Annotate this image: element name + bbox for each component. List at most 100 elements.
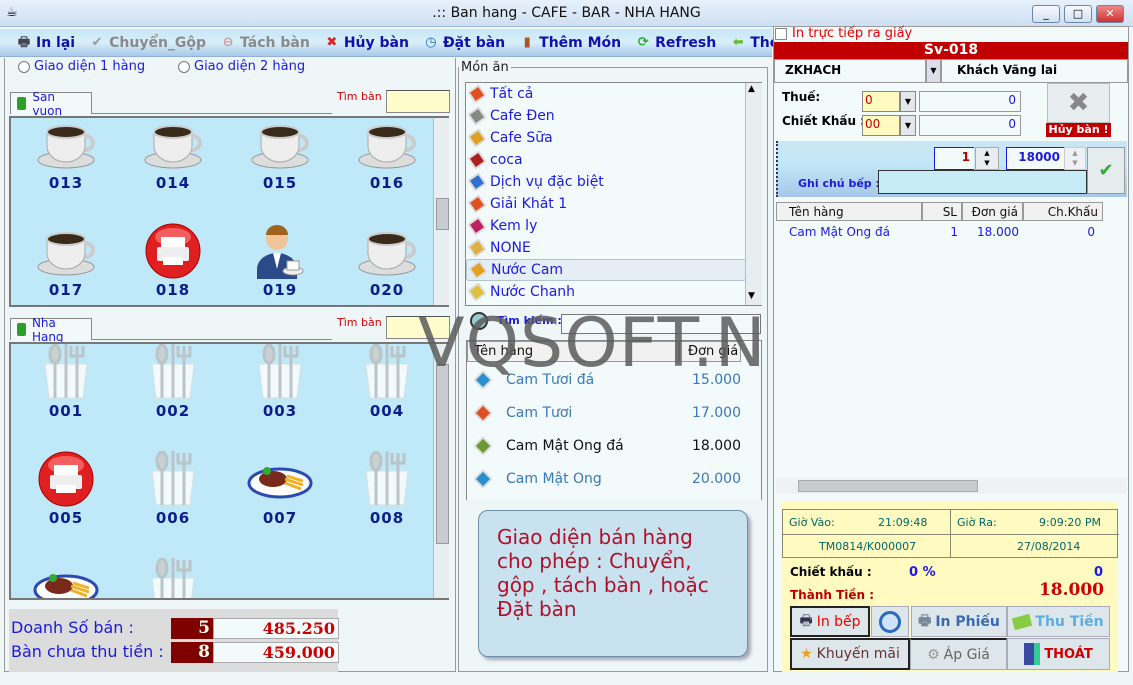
toolbar-in-l-i-button[interactable]: 🖶 In lại: [16, 35, 75, 51]
product-row[interactable]: Cam Tươi đá 15.000: [470, 365, 750, 395]
chevron-down-icon[interactable]: ▼: [900, 91, 916, 112]
category-item[interactable]: Kem ly: [466, 215, 746, 237]
table-015[interactable]: 015: [240, 118, 320, 192]
category-item[interactable]: Nước Cam: [466, 259, 746, 281]
price-stepper[interactable]: ▲ ▼: [1064, 147, 1086, 170]
print-receipt-button[interactable]: 🖶 In Phiếu: [911, 606, 1007, 637]
scroll-thumb[interactable]: [436, 364, 449, 544]
product-row[interactable]: Cam Mật Ong 20.000: [470, 464, 750, 494]
chevron-down-icon[interactable]: ▼: [900, 115, 916, 136]
exit-button[interactable]: THOÁT: [1007, 638, 1110, 670]
scroll-up-arrow[interactable]: ▲: [748, 84, 755, 94]
pay-button[interactable]: Thu Tiền: [1007, 606, 1110, 637]
print-direct-checkbox[interactable]: [775, 28, 787, 40]
order-item-discount[interactable]: 0: [1023, 225, 1103, 239]
category-item[interactable]: Nước Chanh: [466, 281, 746, 303]
table-003[interactable]: 003: [240, 344, 320, 420]
print-kitchen-button[interactable]: 🖶 In bếp: [790, 606, 870, 637]
maximize-button[interactable]: □: [1064, 5, 1092, 23]
promotion-button[interactable]: ★ Khuyến mãi: [790, 638, 910, 670]
category-item[interactable]: Tất cả: [466, 83, 746, 105]
table-020[interactable]: 020: [347, 223, 427, 299]
table-013[interactable]: 013: [26, 118, 106, 192]
table-017[interactable]: 017: [26, 223, 106, 299]
toolbar-chuy-n-g-p-button[interactable]: ✔ Chuyển_Gộp: [89, 35, 206, 51]
tab-area-2[interactable]: Nha Hang: [10, 316, 92, 344]
product-row[interactable]: Cam Tươi 17.000: [470, 398, 750, 428]
confirm-item-button[interactable]: ✔: [1087, 147, 1125, 194]
order-col-header[interactable]: SL: [922, 202, 962, 221]
order-item-qty[interactable]: 1: [922, 225, 962, 239]
order-col-header[interactable]: Tên hàng: [776, 202, 922, 221]
product-col-price[interactable]: Đơn giá: [679, 341, 741, 362]
discount-select[interactable]: 00: [862, 115, 900, 136]
table-008[interactable]: 008: [347, 451, 427, 527]
grid-scrollbar[interactable]: [433, 118, 449, 305]
category-item[interactable]: NONE: [466, 237, 746, 259]
minimize-button[interactable]: _: [1032, 5, 1060, 23]
price-input[interactable]: 18000: [1006, 147, 1064, 170]
toolbar--t-b-n-button[interactable]: ◷ Đặt bàn: [423, 35, 505, 51]
table-item[interactable]: [133, 558, 213, 598]
coffee-icon: [347, 118, 427, 172]
toolbar-th-m-m-n-button[interactable]: ▮ Thêm Món: [519, 35, 622, 51]
tax-select[interactable]: 0: [862, 91, 900, 112]
table-item[interactable]: [26, 558, 106, 598]
refresh-icon: ⟳: [637, 34, 649, 50]
quantity-input[interactable]: 1: [934, 147, 974, 170]
tab-area-1[interactable]: San vuon: [10, 90, 92, 118]
order-item-price[interactable]: 18.000: [962, 225, 1023, 239]
minus-circle-icon: ⊖: [222, 34, 234, 50]
waiter-icon: [240, 223, 320, 279]
tag-icon: [467, 216, 487, 236]
table-004[interactable]: 004: [347, 344, 427, 420]
coffee-icon: [26, 118, 106, 172]
chevron-down-icon[interactable]: ▼: [926, 59, 941, 83]
tag-icon: [467, 128, 487, 148]
apply-price-button[interactable]: ⚙ Áp Giá: [910, 638, 1007, 670]
quantity-stepper[interactable]: ▲ ▼: [975, 147, 999, 170]
category-item[interactable]: Dịch vụ đặc biệt: [466, 171, 746, 193]
product-col-name[interactable]: Tên hàng: [467, 341, 679, 362]
kitchen-note-input[interactable]: [878, 170, 1087, 194]
radio-one-row[interactable]: Giao diện 1 hàng: [18, 59, 145, 74]
tax-value: 0: [919, 91, 1021, 112]
find-table-input[interactable]: [386, 316, 450, 339]
table-002[interactable]: 002: [133, 344, 213, 420]
cancel-table-button[interactable]: ✖: [1047, 83, 1110, 123]
table-001[interactable]: 001: [26, 344, 106, 420]
table-006[interactable]: 006: [133, 451, 213, 527]
table-007[interactable]: 007: [240, 451, 320, 527]
category-item[interactable]: coca: [466, 149, 746, 171]
table-016[interactable]: 016: [347, 118, 427, 192]
category-scrollbar[interactable]: ▲ ▼: [745, 83, 762, 305]
category-item[interactable]: Cafe Đen: [466, 105, 746, 127]
toolbar-refresh-button[interactable]: ⟳ Refresh: [635, 34, 717, 51]
table-005[interactable]: 005: [26, 451, 106, 527]
grid-scrollbar[interactable]: [433, 344, 449, 598]
customer-code-select[interactable]: ZKHACH: [774, 59, 926, 83]
product-search-input[interactable]: [561, 314, 761, 334]
order-hscrollbar[interactable]: [776, 478, 1126, 494]
radio-two-rows[interactable]: Giao diện 2 hàng: [178, 59, 305, 74]
order-col-header[interactable]: Đơn giá: [962, 202, 1023, 221]
clock-button[interactable]: [871, 606, 909, 637]
toolbar-t-ch-b-n-button[interactable]: ⊖ Tách bàn: [220, 35, 310, 51]
cancel-table-label[interactable]: Hủy bàn !: [1046, 123, 1111, 137]
category-item[interactable]: Giải Khát 1: [466, 193, 746, 215]
category-list[interactable]: Tất cả Cafe Đen Cafe Sữa coca Dịch vụ đặc bi…: [465, 82, 762, 306]
table-014[interactable]: 014: [133, 118, 213, 192]
scroll-thumb[interactable]: [436, 198, 449, 230]
table-018[interactable]: 018: [133, 223, 213, 299]
product-row[interactable]: Cam Mật Ong đá 18.000: [470, 431, 750, 461]
table-number: 016: [369, 174, 405, 192]
close-button[interactable]: ✕: [1096, 5, 1124, 23]
find-table-input[interactable]: [386, 90, 450, 113]
order-col-header[interactable]: Ch.Khấu: [1023, 202, 1103, 221]
scroll-thumb[interactable]: [798, 480, 978, 492]
table-019[interactable]: 019: [240, 223, 320, 299]
category-item[interactable]: Cafe Sữa: [466, 127, 746, 149]
scroll-down-arrow[interactable]: ▼: [748, 291, 755, 301]
order-item-name[interactable]: Cam Mật Ong đá: [776, 225, 922, 239]
toolbar-h-y-b-n-button[interactable]: ✖ Hủy bàn: [324, 35, 409, 51]
